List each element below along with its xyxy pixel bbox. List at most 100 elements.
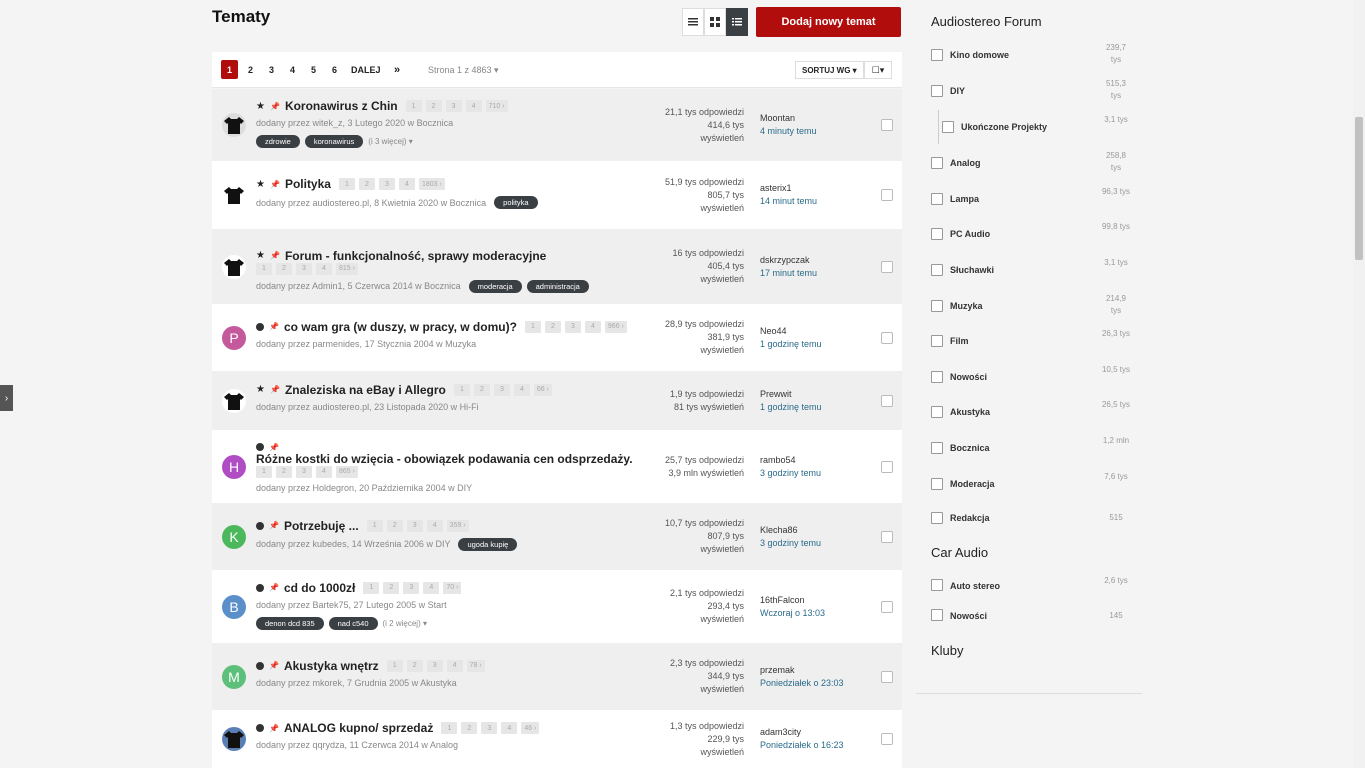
forum-filter-item[interactable]: Redakcja 515 [931, 512, 1131, 538]
topic-title-link[interactable]: Koronawirus z Chin [285, 99, 398, 113]
scrollbar-track[interactable] [1353, 0, 1365, 768]
topic-page-link[interactable]: 4 [584, 320, 601, 333]
page-4-link[interactable]: 4 [284, 60, 301, 79]
topic-page-link[interactable]: 4 [423, 581, 440, 594]
last-post-user[interactable]: przemak [760, 664, 844, 677]
last-post-time[interactable]: Poniedziałek o 16:23 [760, 739, 844, 752]
topic-page-link[interactable]: 865 › [336, 465, 358, 478]
filter-checkbox[interactable] [931, 228, 943, 240]
topic-page-link[interactable]: 2 [276, 465, 292, 478]
filter-checkbox[interactable] [942, 121, 954, 133]
filter-checkbox[interactable] [931, 335, 943, 347]
topic-page-link[interactable]: 3 [403, 581, 420, 594]
forum-filter-item[interactable]: DIY 515,3 tys [931, 79, 1131, 110]
topic-page-link[interactable]: 3 [406, 519, 423, 532]
sidebar-heading-car-audio[interactable]: Car Audio [931, 545, 988, 560]
topic-title-link[interactable]: Akustyka wnętrz [284, 659, 379, 673]
filter-checkbox[interactable] [931, 442, 943, 454]
side-panel-toggle[interactable]: › [0, 385, 13, 411]
topic-page-link[interactable]: 2 [386, 519, 403, 532]
last-post-user[interactable]: 16thFalcon [760, 594, 825, 607]
tag-badge[interactable]: nad c540 [328, 616, 378, 630]
sort-button[interactable]: SORTUJ WG ▾ [795, 61, 864, 79]
table-view-button[interactable] [726, 8, 748, 36]
last-post-time[interactable]: 17 minut temu [760, 267, 817, 280]
last-post-time[interactable]: 14 minut temu [760, 195, 817, 208]
topic-row[interactable]: H 📌 Różne kostki do wzięcia - obowiązek po… [212, 430, 902, 503]
topic-row[interactable]: ★ 📌 Znaleziska na eBay i Allegro 1 2 3 4 66 › do… [212, 371, 902, 430]
forum-filter-item[interactable]: Ukończone Projekty 3,1 tys [942, 115, 1131, 146]
last-post-user[interactable]: asterix1 [760, 182, 817, 195]
topic-page-link[interactable]: 2 [425, 100, 442, 112]
topic-row[interactable]: ★ 📌 Koronawirus z Chin 1 2 3 4 710 › dodany prze… [212, 89, 902, 161]
avatar[interactable]: P [222, 325, 246, 350]
topic-page-link[interactable]: 815 › [336, 262, 358, 275]
select-all-button[interactable]: ☐▾ [864, 61, 892, 79]
page-2-link[interactable]: 2 [242, 60, 259, 79]
topic-title-link[interactable]: Polityka [285, 177, 331, 191]
forum-filter-item[interactable]: Kino domowe 239,7 tys [931, 43, 1131, 74]
topic-select-checkbox[interactable] [881, 733, 893, 745]
topic-page-link[interactable]: 2 [406, 659, 423, 672]
page-6-link[interactable]: 6 [326, 60, 343, 79]
topic-page-link[interactable]: 2 [461, 722, 478, 734]
topic-page-link[interactable]: 2 [544, 320, 561, 333]
topic-page-link[interactable]: 2 [383, 581, 400, 594]
topic-select-checkbox[interactable] [881, 331, 893, 344]
topic-row[interactable]: P 📌 co wam gra (w duszy, w pracy, w domu)?… [212, 304, 902, 371]
last-post-user[interactable]: Moontan [760, 112, 817, 125]
topic-select-checkbox[interactable] [881, 394, 893, 407]
topic-page-link[interactable]: 4 [446, 659, 463, 672]
tag-badge[interactable]: denon dcd 835 [256, 616, 324, 630]
filter-checkbox[interactable] [931, 478, 943, 490]
filter-checkbox[interactable] [931, 371, 943, 383]
forum-filter-item[interactable]: Analog 258,8 tys [931, 151, 1131, 182]
topic-page-link[interactable]: 1 [386, 659, 403, 672]
forum-filter-item[interactable]: Muzyka 214,9 tys [931, 294, 1131, 325]
last-post-time[interactable]: 3 godziny temu [760, 537, 821, 550]
last-post-user[interactable]: Klecha86 [760, 524, 821, 537]
filter-checkbox[interactable] [931, 157, 943, 169]
filter-checkbox[interactable] [931, 85, 943, 97]
topic-page-link[interactable]: 2 [358, 178, 375, 190]
topic-page-link[interactable]: 66 › [533, 383, 552, 396]
topic-page-link[interactable]: 3 [481, 722, 498, 734]
topic-page-link[interactable]: 710 › [485, 100, 508, 112]
tag-badge[interactable]: zdrowie [256, 135, 300, 148]
avatar[interactable] [222, 183, 246, 207]
last-page-link[interactable]: » [389, 60, 406, 79]
avatar[interactable] [222, 254, 246, 279]
topic-page-link[interactable]: 4 [398, 178, 415, 190]
grid-view-button[interactable] [704, 8, 726, 36]
last-post-user[interactable]: Neo44 [760, 325, 822, 338]
last-post-user[interactable]: rambo54 [760, 454, 821, 467]
topic-row[interactable]: ★ 📌 Polityka 1 2 3 4 1803 › dodany przez audiost… [212, 161, 902, 229]
page-3-link[interactable]: 3 [263, 60, 280, 79]
topic-page-link[interactable]: 3 [493, 383, 510, 396]
topic-page-link[interactable]: 359 › [446, 519, 469, 532]
topic-page-link[interactable]: 1 [405, 100, 422, 112]
topic-title-link[interactable]: Potrzebuję ... [284, 519, 359, 533]
topic-page-link[interactable]: 3 [378, 178, 395, 190]
scrollbar-thumb[interactable] [1355, 117, 1363, 260]
topic-select-checkbox[interactable] [881, 260, 893, 273]
tag-badge[interactable]: administracja [526, 279, 589, 293]
topic-select-checkbox[interactable] [881, 189, 893, 201]
filter-checkbox[interactable] [931, 609, 943, 621]
topic-page-link[interactable]: 1 [524, 320, 541, 333]
topic-page-link[interactable]: 4 [465, 100, 482, 112]
filter-checkbox[interactable] [931, 300, 943, 312]
forum-filter-item[interactable]: Moderacja 7,6 tys [931, 472, 1131, 503]
next-page-link[interactable]: DALEJ [349, 60, 383, 79]
filter-checkbox[interactable] [931, 264, 943, 276]
filter-checkbox[interactable] [931, 49, 943, 61]
avatar[interactable] [222, 113, 246, 137]
topic-page-link[interactable]: 3 [445, 100, 462, 112]
topic-page-link[interactable]: 1 [453, 383, 470, 396]
topic-select-checkbox[interactable] [881, 530, 893, 543]
sidebar-heading-audiostereo[interactable]: Audiostereo Forum [931, 14, 1042, 29]
last-post-time[interactable]: Wczoraj o 13:03 [760, 607, 825, 620]
topic-select-checkbox[interactable] [881, 600, 893, 613]
last-post-time[interactable]: 1 godzinę temu [760, 401, 822, 414]
forum-filter-item[interactable]: PC Audio 99,8 tys [931, 222, 1131, 253]
